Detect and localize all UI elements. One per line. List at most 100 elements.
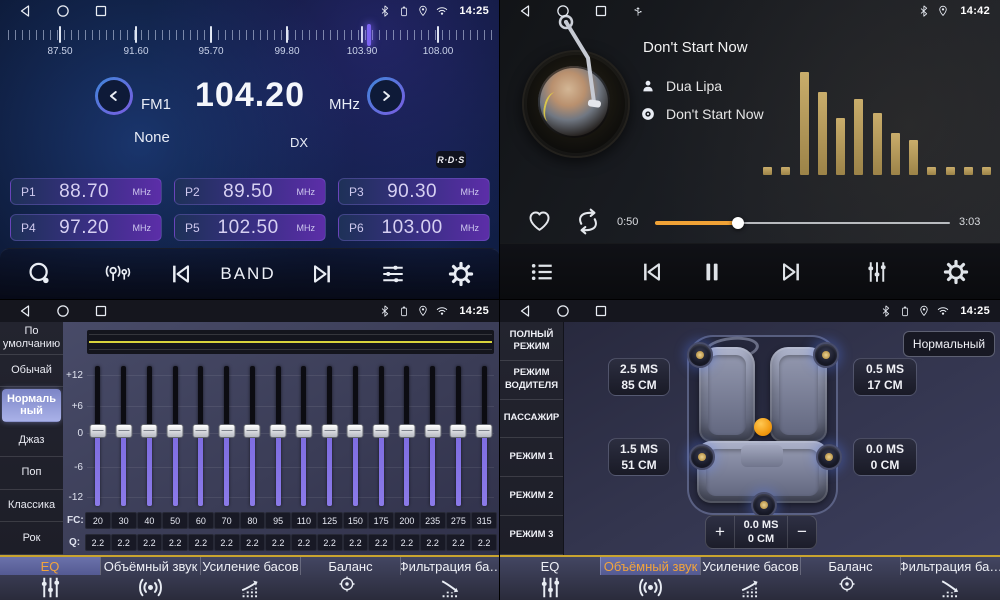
eq-band-slider[interactable] [317, 366, 342, 506]
eq-preset-custom[interactable]: Обычай [0, 355, 63, 388]
nav-home-icon[interactable] [556, 304, 570, 318]
slider-handle[interactable] [244, 424, 261, 438]
repeat-icon[interactable] [573, 208, 603, 235]
eq-preset-default[interactable]: По умолчанию [0, 322, 63, 355]
preset-button-p5[interactable]: P5 102.50 MHz [174, 214, 326, 241]
dx-mode[interactable]: DX [290, 135, 308, 150]
eq-band-slider[interactable] [214, 366, 239, 506]
slider-handle[interactable] [167, 424, 184, 438]
scan-icon[interactable] [28, 262, 53, 287]
eq-band-slider[interactable] [472, 366, 497, 506]
tab-filter[interactable]: Фильтрация ба… [400, 557, 500, 600]
nav-home-icon[interactable] [556, 4, 570, 18]
mode-1[interactable]: РЕЖИМ 1 [500, 438, 563, 477]
next-track-icon[interactable] [779, 259, 804, 284]
tab-balance[interactable]: Баланс [800, 557, 900, 600]
front-right-delay-button[interactable]: 0.5 MS 17 CM [853, 358, 917, 396]
listening-position-dot[interactable] [754, 418, 772, 436]
tab-surround[interactable]: Объёмный звук [600, 557, 700, 600]
audio-settings-icon[interactable] [381, 262, 406, 287]
favorite-heart-icon[interactable] [526, 209, 553, 234]
eq-band-slider[interactable] [394, 366, 419, 506]
rear-right-delay-button[interactable]: 0.0 MS 0 CM [853, 438, 917, 476]
front-right-speaker-icon[interactable] [813, 342, 839, 368]
gear-icon[interactable] [449, 262, 474, 287]
tune-up-button[interactable] [367, 77, 405, 115]
eq-band-slider[interactable] [291, 366, 316, 506]
eq-band-slider[interactable] [85, 366, 110, 506]
slider-handle[interactable] [424, 424, 441, 438]
eq-band-slider[interactable] [420, 366, 445, 506]
tab-eq[interactable]: EQ [500, 557, 600, 600]
eq-preset-normal-selected[interactable]: Нормальный [2, 389, 61, 422]
tab-eq[interactable]: EQ [0, 557, 100, 600]
tab-filter[interactable]: Фильтрация ба… [900, 557, 1000, 600]
eq-band-slider[interactable] [188, 366, 213, 506]
eq-band-slider[interactable] [446, 366, 471, 506]
eq-band-slider[interactable] [111, 366, 136, 506]
front-left-delay-button[interactable]: 2.5 MS 85 CM [608, 358, 670, 396]
nav-back-icon[interactable] [18, 304, 32, 318]
equalizer-icon[interactable] [865, 259, 890, 284]
tab-balance[interactable]: Баланс [300, 557, 400, 600]
eq-band-slider[interactable] [369, 366, 394, 506]
tab-bass-boost[interactable]: Усиление басов [200, 557, 300, 600]
slider-handle[interactable] [192, 424, 209, 438]
slider-handle[interactable] [270, 424, 287, 438]
gear-icon[interactable] [944, 259, 969, 284]
nav-recents-icon[interactable] [94, 4, 108, 18]
mode-driver[interactable]: РЕЖИМ ВОДИТЕЛЯ [500, 361, 563, 400]
preset-button-p2[interactable]: P2 89.50 MHz [174, 178, 326, 205]
slider-handle[interactable] [347, 424, 364, 438]
tab-bass-boost[interactable]: Усиление басов [700, 557, 800, 600]
rear-left-delay-button[interactable]: 1.5 MS 51 CM [608, 438, 670, 476]
slider-handle[interactable] [295, 424, 312, 438]
playlist-icon[interactable] [530, 259, 555, 284]
nav-recents-icon[interactable] [594, 4, 608, 18]
preset-button-p3[interactable]: P3 90.30 MHz [338, 178, 490, 205]
front-left-speaker-icon[interactable] [687, 342, 713, 368]
nav-recents-icon[interactable] [594, 304, 608, 318]
eq-band-slider[interactable] [343, 366, 368, 506]
nav-recents-icon[interactable] [94, 304, 108, 318]
seek-previous-icon[interactable] [169, 262, 194, 287]
band-button[interactable]: BAND [220, 264, 275, 284]
progress-knob[interactable] [732, 217, 744, 229]
slider-handle[interactable] [141, 424, 158, 438]
eq-band-slider[interactable] [266, 366, 291, 506]
mode-2[interactable]: РЕЖИМ 2 [500, 477, 563, 516]
eq-preset-pop[interactable]: Поп [0, 457, 63, 490]
eq-band-slider[interactable] [240, 366, 265, 506]
rear-left-speaker-icon[interactable] [689, 444, 715, 470]
preset-button-p4[interactable]: P4 97.20 MHz [10, 214, 162, 241]
mode-full[interactable]: ПОЛНЫЙ РЕЖИМ [500, 322, 563, 361]
slider-handle[interactable] [115, 424, 132, 438]
progress-bar[interactable] [655, 222, 950, 224]
pause-icon[interactable] [700, 259, 725, 284]
nav-back-icon[interactable] [18, 4, 32, 18]
mode-3[interactable]: РЕЖИМ 3 [500, 516, 563, 555]
stereo-broadcast-icon[interactable] [106, 262, 131, 287]
previous-track-icon[interactable] [640, 259, 665, 284]
nav-home-icon[interactable] [56, 4, 70, 18]
eq-preset-classic[interactable]: Классика [0, 490, 63, 523]
delay-increase-button[interactable]: + [706, 516, 734, 548]
mode-passenger[interactable]: ПАССАЖИР [500, 400, 563, 439]
slider-handle[interactable] [89, 424, 106, 438]
nav-back-icon[interactable] [518, 4, 532, 18]
slider-handle[interactable] [321, 424, 338, 438]
delay-decrease-button[interactable]: − [788, 516, 816, 548]
slider-handle[interactable] [450, 424, 467, 438]
tuning-scale[interactable]: 87.50 91.60 95.70 99.80 103.90 108.00 [8, 24, 492, 60]
slider-handle[interactable] [398, 424, 415, 438]
nav-back-icon[interactable] [518, 304, 532, 318]
preset-button-p1[interactable]: P1 88.70 MHz [10, 178, 162, 205]
slider-handle[interactable] [218, 424, 235, 438]
seek-next-icon[interactable] [310, 262, 335, 287]
eq-band-slider[interactable] [163, 366, 188, 506]
sound-profile-button[interactable]: Нормальный [903, 331, 995, 357]
tune-down-button[interactable] [95, 77, 133, 115]
eq-preset-rock[interactable]: Рок [0, 522, 63, 555]
preset-button-p6[interactable]: P6 103.00 MHz [338, 214, 490, 241]
nav-home-icon[interactable] [56, 304, 70, 318]
